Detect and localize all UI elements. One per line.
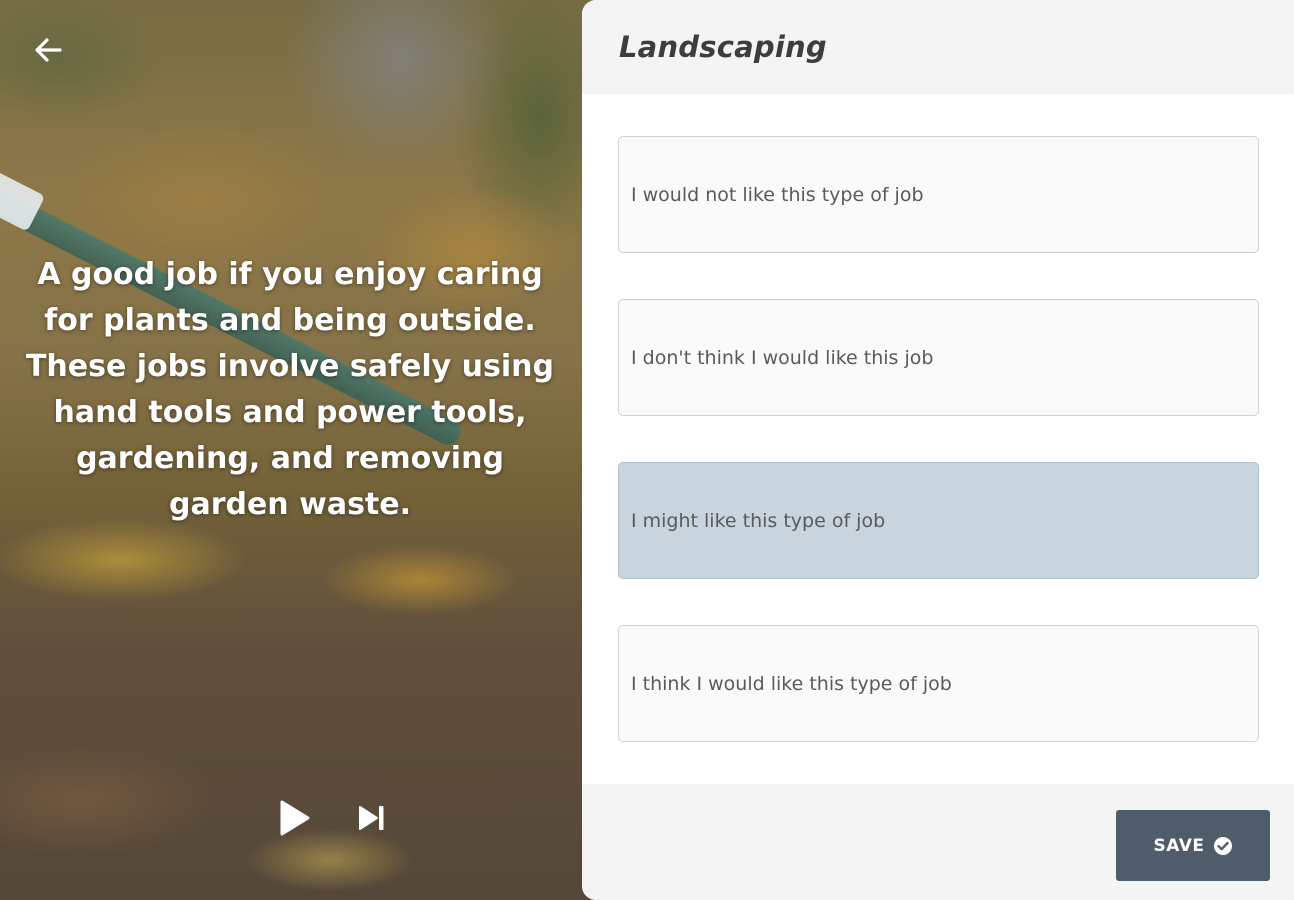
rating-card: Landscaping I would not like this type o…	[582, 0, 1294, 900]
save-label: SAVE	[1153, 835, 1205, 856]
card-header: Landscaping	[582, 0, 1294, 94]
option-might-like[interactable]: I might like this type of job	[618, 462, 1259, 579]
back-button[interactable]	[28, 30, 68, 70]
media-controls	[270, 795, 392, 841]
option-think-would-like[interactable]: I think I would like this type of job	[618, 625, 1259, 742]
job-description: A good job if you enjoy caring for plant…	[25, 257, 555, 522]
option-dont-think-would-like[interactable]: I don't think I would like this job	[618, 299, 1259, 416]
card-footer: SAVE	[582, 784, 1294, 900]
skip-button[interactable]	[352, 798, 392, 838]
rating-options: I would not like this type of job I don'…	[618, 136, 1259, 788]
play-button[interactable]	[270, 795, 316, 841]
video-panel: A good job if you enjoy caring for plant…	[0, 0, 600, 900]
app-screen: A good job if you enjoy caring for plant…	[0, 0, 1294, 900]
option-would-not-like[interactable]: I would not like this type of job	[618, 136, 1259, 253]
check-circle-icon	[1213, 836, 1232, 855]
skip-next-icon	[359, 806, 384, 830]
arrow-left-icon	[35, 38, 62, 62]
page-title: Landscaping	[619, 30, 827, 64]
play-icon	[280, 800, 310, 836]
save-button[interactable]: SAVE	[1116, 810, 1270, 881]
